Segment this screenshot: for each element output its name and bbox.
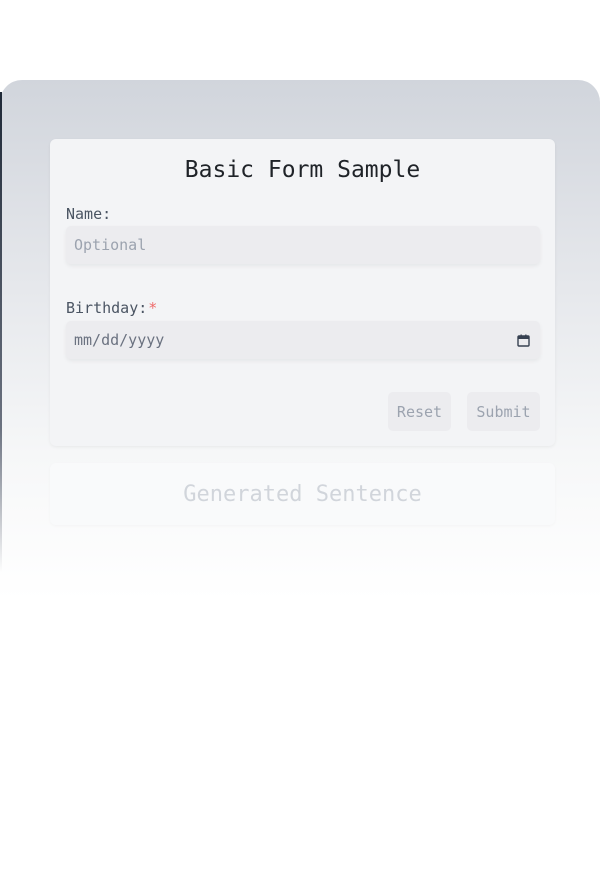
form-title: Basic Form Sample (184, 157, 421, 183)
window-edge (0, 92, 2, 572)
name-label-text: Name: (66, 205, 112, 223)
birthday-date-value: mm/dd/yyyy (74, 331, 165, 349)
birthday-label: Birthday:* (66, 299, 157, 317)
generated-sentence-output: Generated Sentence (50, 463, 555, 525)
birthday-label-text: Birthday: (66, 299, 148, 317)
birthday-date-input[interactable]: mm/dd/yyyy (66, 321, 540, 359)
calendar-icon[interactable] (517, 334, 530, 347)
name-label: Name: (66, 205, 111, 223)
submit-button[interactable]: Submit (467, 392, 540, 431)
form-card: Basic Form Sample Name: Optional Birthda… (50, 139, 555, 446)
name-input[interactable]: Optional (66, 226, 540, 264)
name-input-placeholder: Optional (74, 236, 147, 254)
required-asterisk: * (148, 299, 158, 317)
reset-button[interactable]: Reset (388, 392, 451, 431)
generated-sentence-text: Generated Sentence (183, 481, 422, 507)
